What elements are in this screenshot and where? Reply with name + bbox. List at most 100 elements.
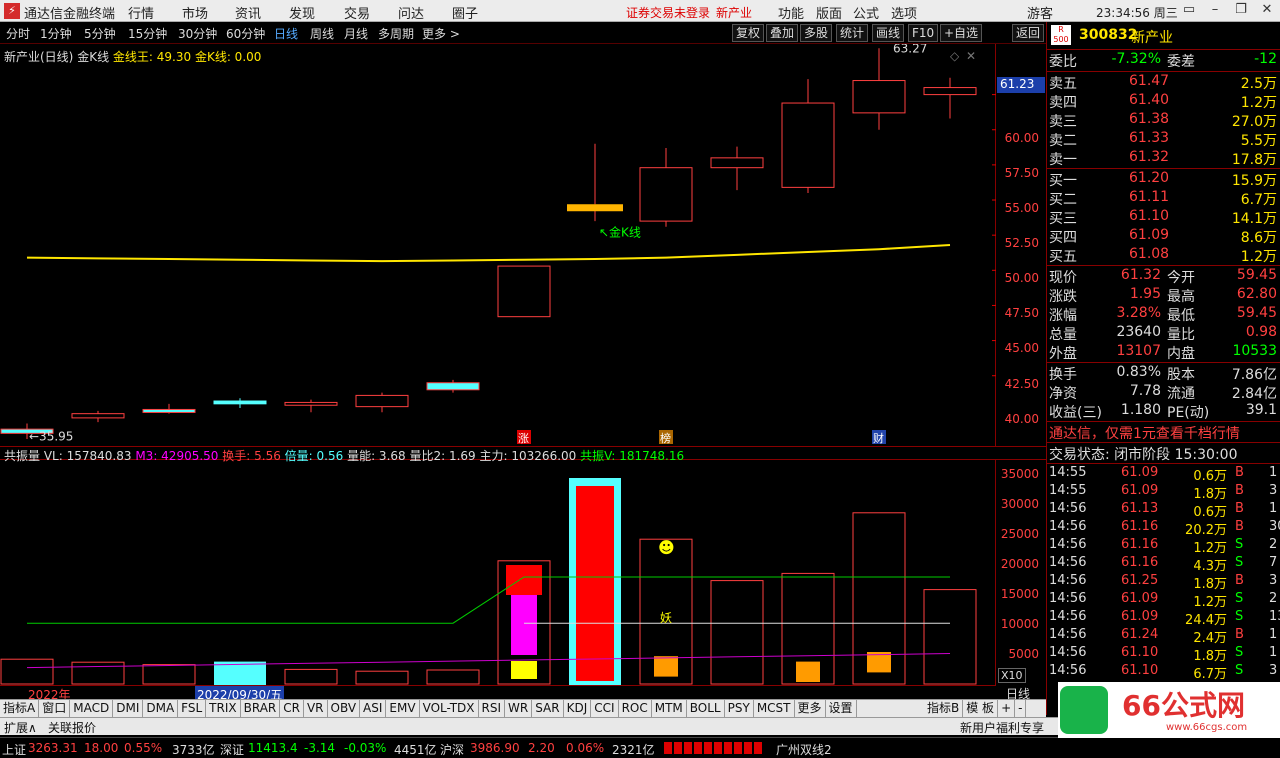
gold-line (26, 244, 951, 263)
volume-tick: 30000 (1000, 497, 1039, 511)
tab-vr[interactable]: VR (304, 700, 328, 717)
tab-emv[interactable]: EMV (386, 700, 420, 717)
menu-faxian[interactable]: 发现 (289, 3, 315, 22)
tab-设置[interactable]: 设置 (826, 700, 857, 717)
tab-psy[interactable]: PSY (725, 700, 754, 717)
maximize-icon[interactable]: ❐ (1228, 2, 1254, 20)
menu-jiaoyi[interactable]: 交易 (344, 3, 370, 22)
jinkxian-value: 金K线: 0.00 (194, 50, 262, 64)
minimize-icon[interactable]: – (1202, 2, 1228, 20)
user-label[interactable]: 游客 (1027, 3, 1053, 22)
watermark-url: www.66cgs.com (1166, 722, 1248, 733)
diejia-button[interactable]: 叠加 (766, 24, 799, 42)
tongji-button[interactable]: 统计 (836, 24, 869, 42)
login-warning[interactable]: 证券交易未登录 (626, 4, 710, 21)
event-marker-text: 涨 (518, 432, 529, 445)
volume-bar (71, 661, 125, 685)
tab-trix[interactable]: TRIX (206, 700, 241, 717)
period-week[interactable]: 周线 (310, 25, 334, 42)
restore-icon[interactable]: ▭ (1176, 2, 1202, 20)
tab-dmi[interactable]: DMI (113, 700, 144, 717)
diamond-icon[interactable]: ◇ (950, 49, 959, 63)
menu-hangqing[interactable]: 行情 (128, 3, 154, 22)
quote-panel: R 500 300832 新产业 委比 -7.32% 委差 -12 卖五 61.47 2.… (1046, 22, 1280, 715)
menu-shichang[interactable]: 市场 (182, 3, 208, 22)
period-5min[interactable]: 5分钟 (84, 25, 116, 42)
period-more[interactable]: 更多 > (422, 25, 460, 42)
duogu-button[interactable]: 多股 (800, 24, 833, 42)
period-day[interactable]: 日线 (274, 25, 298, 42)
tab-macd[interactable]: MACD (70, 700, 114, 717)
tab-cci[interactable]: CCI (591, 700, 619, 717)
panel-close-icon[interactable]: ✕ (966, 49, 976, 63)
hs-index-label[interactable]: 沪深 (440, 741, 464, 758)
sh-index-label[interactable]: 上证 (2, 741, 26, 758)
app-logo-icon: ⚡ (4, 3, 20, 19)
tab-mcst[interactable]: MCST (754, 700, 795, 717)
volume-inner-bar (654, 656, 678, 677)
indicator-b-button[interactable]: 指标B (924, 700, 964, 717)
tab-cr[interactable]: CR (280, 700, 304, 717)
menu-quanzi[interactable]: 圈子 (452, 3, 478, 22)
period-1min[interactable]: 1分钟 (40, 25, 72, 42)
tab-dma[interactable]: DMA (143, 700, 179, 717)
volume-inner-bar (796, 661, 820, 682)
period-month[interactable]: 月线 (344, 25, 368, 42)
period-multi[interactable]: 多周期 (378, 25, 414, 42)
buy-level-2: 买二 61.11 6.7万 (1049, 189, 1277, 208)
sz-index-label[interactable]: 深证 (220, 741, 244, 758)
fuquan-button[interactable]: 复权 (732, 24, 765, 42)
date-axis: 2022年 2022/09/30/五 (0, 685, 996, 703)
menu-banmian[interactable]: 版面 (816, 3, 842, 22)
menu-gongneng[interactable]: 功能 (778, 3, 804, 22)
gold-k-label: ↖金K线 (599, 225, 641, 240)
period-15min[interactable]: 15分钟 (128, 25, 167, 42)
period-fenshi[interactable]: 分时 (6, 25, 30, 42)
current-price-tag: 61.23 (997, 77, 1045, 93)
indicator-a-button[interactable]: 指标A (0, 700, 40, 717)
tab-boll[interactable]: BOLL (687, 700, 725, 717)
level2-ad[interactable]: 通达信，仅需1元查看千档行情 (1049, 423, 1240, 443)
tab-vol-tdx[interactable]: VOL-TDX (420, 700, 479, 717)
related-quote-button[interactable]: 关联报价 (48, 719, 96, 736)
server-label[interactable]: 广州双线2 (776, 741, 832, 758)
sh-index-change: 18.00 (84, 741, 119, 755)
back-button[interactable]: 返回 (1012, 24, 1045, 42)
kline-chart: 63.27 ←35.95 ↖金K线涨 榜 财 (0, 44, 996, 445)
tab-asi[interactable]: ASI (360, 700, 387, 717)
tick-row: 14:5661.0924.4万S13 (1049, 609, 1280, 628)
tab-roc[interactable]: ROC (619, 700, 652, 717)
close-icon[interactable]: ✕ (1254, 2, 1280, 20)
add-watchlist-button[interactable]: +自选 (940, 24, 983, 42)
kline-panel[interactable]: 63.27 ←35.95 ↖金K线涨 榜 财 (0, 44, 996, 446)
huaxian-button[interactable]: 画线 (872, 24, 905, 42)
template-button[interactable]: 模 板 (963, 700, 999, 717)
menu-wenda[interactable]: 问达 (398, 3, 424, 22)
tab-kdj[interactable]: KDJ (564, 700, 592, 717)
period-30min[interactable]: 30分钟 (178, 25, 217, 42)
tab-更多[interactable]: 更多 (795, 700, 826, 717)
tab-brar[interactable]: BRAR (241, 700, 281, 717)
menu-zixun[interactable]: 资讯 (235, 3, 261, 22)
tab-rsi[interactable]: RSI (479, 700, 506, 717)
f10-button[interactable]: F10 (908, 24, 939, 42)
zoom-out-button[interactable]: - (1015, 700, 1027, 717)
jinxianwang-value: 金线王: 49.30 (112, 50, 192, 64)
stat-row: 净资 7.78 流通 2.84亿 (1049, 383, 1277, 402)
menu-xuanxiang[interactable]: 选项 (891, 3, 917, 22)
tab-wr[interactable]: WR (505, 700, 533, 717)
smile-icon: ☻ (658, 538, 675, 557)
menu-gongshi[interactable]: 公式 (853, 3, 879, 22)
expand-button[interactable]: 扩展∧ (4, 719, 37, 736)
new-user-promo[interactable]: 新用户福利专享 (960, 719, 1044, 736)
tab-mtm[interactable]: MTM (652, 700, 687, 717)
volume-bar (284, 668, 338, 685)
period-60min[interactable]: 60分钟 (226, 25, 265, 42)
window-button[interactable]: 窗口 (39, 700, 71, 717)
tab-obv[interactable]: OBV (328, 700, 361, 717)
zoom-in-button[interactable]: + (998, 700, 1016, 717)
stock-code: 300832 (1079, 27, 1138, 43)
tab-sar[interactable]: SAR (532, 700, 564, 717)
volume-panel[interactable]: ☻ 妖 (0, 460, 996, 685)
tab-fsl[interactable]: FSL (178, 700, 207, 717)
